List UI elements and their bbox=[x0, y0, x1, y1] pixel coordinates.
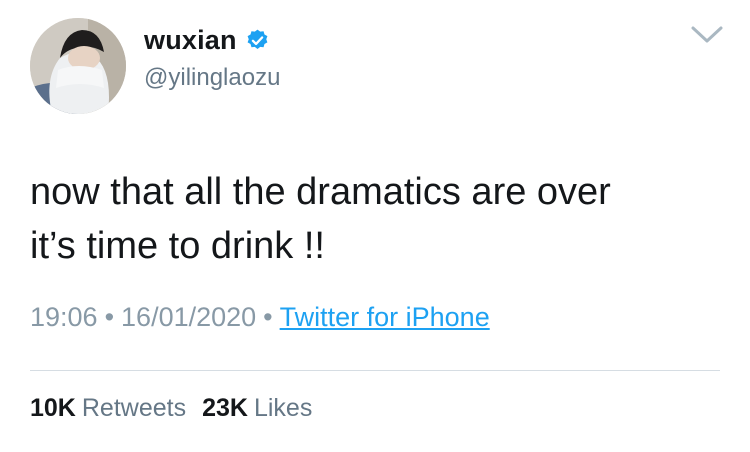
avatar[interactable] bbox=[30, 18, 126, 114]
likes-count: 23K bbox=[202, 394, 248, 422]
meta-separator: • bbox=[104, 302, 115, 332]
retweets-stat[interactable]: 10K Retweets bbox=[30, 394, 202, 423]
display-name[interactable]: wuxian bbox=[144, 25, 237, 56]
retweets-label: Retweets bbox=[81, 394, 187, 422]
chevron-down-icon[interactable] bbox=[690, 22, 724, 48]
likes-label: Likes bbox=[253, 394, 313, 422]
tweet-source-link[interactable]: Twitter for iPhone bbox=[280, 302, 490, 332]
tweet-date[interactable]: 16/01/2020 bbox=[121, 302, 256, 332]
avatar-photo-icon bbox=[30, 18, 126, 114]
tweet-text: now that all the dramatics are over it’s… bbox=[30, 171, 611, 267]
meta-separator: • bbox=[263, 302, 273, 332]
likes-stat[interactable]: 23K Likes bbox=[202, 394, 328, 423]
handle[interactable]: @yilinglaozu bbox=[144, 64, 280, 92]
verified-badge-icon bbox=[245, 28, 270, 53]
tweet-meta: 19:06 • 16/01/2020 • Twitter for iPhone bbox=[30, 302, 490, 333]
tweet-stats: 10K Retweets 23K Likes bbox=[30, 394, 328, 423]
divider bbox=[30, 370, 720, 371]
author-name-row: wuxian bbox=[144, 22, 270, 58]
tweet-card: wuxian @yilinglaozu now that all the dra… bbox=[0, 0, 750, 452]
tweet-time: 19:06 bbox=[30, 302, 98, 332]
retweets-count: 10K bbox=[30, 394, 76, 422]
